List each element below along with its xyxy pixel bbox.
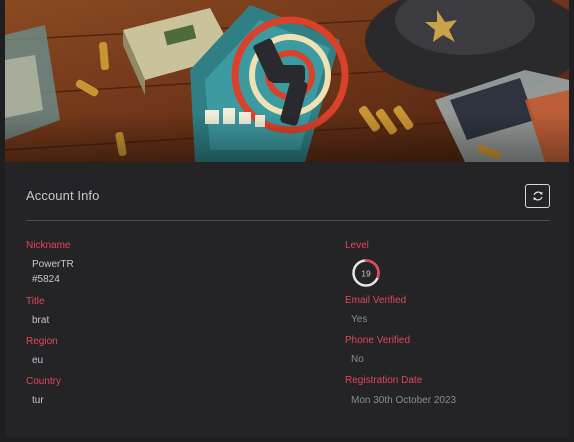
banner-artwork <box>5 0 569 162</box>
level-value: 19 <box>361 268 371 278</box>
banner-image <box>5 0 569 162</box>
registration-date-label: Registration Date <box>345 375 423 386</box>
refresh-button[interactable] <box>525 184 550 208</box>
level-indicator: 19 <box>351 258 381 288</box>
registration-date-value: Mon 30th October 2023 <box>351 395 457 406</box>
level-label: Level <box>345 240 369 251</box>
account-card: Account Info Nickname PowerTR #5824 Titl… <box>5 0 569 437</box>
email-verified-label: Email Verified <box>345 295 407 306</box>
phone-verified-label: Phone Verified <box>345 335 411 346</box>
nickname-value: PowerTR <box>32 259 74 270</box>
country-label: Country <box>26 376 62 387</box>
title-value: brat <box>32 315 50 326</box>
region-label: Region <box>26 336 58 347</box>
country-value: tur <box>32 395 44 406</box>
panel-title: Account Info <box>26 188 100 203</box>
phone-verified-value: No <box>351 354 364 365</box>
title-divider <box>26 220 550 221</box>
page-frame: Account Info Nickname PowerTR #5824 Titl… <box>0 0 574 442</box>
nickname-label: Nickname <box>26 240 71 251</box>
level-ring-graphic: 19 <box>352 259 380 287</box>
account-info-panel: Account Info Nickname PowerTR #5824 Titl… <box>5 162 569 437</box>
nickname-tag: #5824 <box>32 274 60 285</box>
email-verified-value: Yes <box>351 314 368 325</box>
region-value: eu <box>32 355 44 366</box>
title-label: Title <box>26 296 45 307</box>
refresh-icon <box>533 191 542 201</box>
